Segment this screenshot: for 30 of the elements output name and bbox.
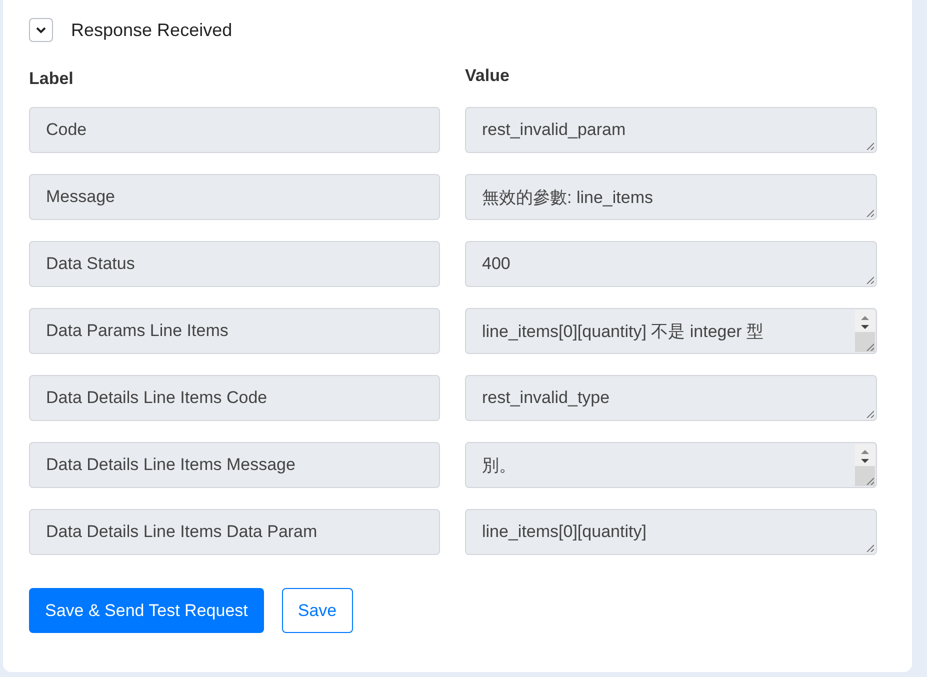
resize-grip-icon[interactable] [866, 343, 874, 351]
send-test-button[interactable]: Save & Send Test Request [29, 588, 264, 633]
resize-grip-icon[interactable] [866, 142, 874, 150]
collapse-toggle[interactable] [29, 18, 53, 42]
value-field[interactable]: line_items[0][quantity] 不是 integer 型 [465, 308, 877, 354]
resize-grip-icon[interactable] [866, 477, 874, 485]
resize-grip-icon[interactable] [866, 410, 874, 418]
save-button[interactable]: Save [282, 588, 353, 633]
label-field: Data Params Line Items [29, 308, 440, 354]
label-field: Data Status [29, 241, 440, 287]
scrollbar[interactable] [855, 444, 875, 486]
value-field[interactable]: rest_invalid_type [465, 375, 877, 421]
column-header: Label [29, 69, 74, 89]
value-field[interactable]: 別。 [465, 442, 877, 488]
column-header: Value [465, 66, 510, 87]
scrollbar[interactable] [855, 310, 875, 352]
resize-grip-icon[interactable] [866, 209, 874, 217]
value-field[interactable]: line_items[0][quantity] [465, 509, 877, 555]
label-field: Code [29, 107, 440, 153]
section-title: Response Received [71, 20, 232, 40]
label-field: Message [29, 174, 440, 220]
label-field: Data Details Line Items Data Param [29, 509, 440, 555]
label-field: Data Details Line Items Message [29, 442, 440, 488]
resize-grip-icon[interactable] [866, 276, 874, 284]
resize-grip-icon[interactable] [866, 544, 874, 552]
value-field[interactable]: rest_invalid_param [465, 107, 877, 153]
value-field[interactable]: 無效的參數: line_items [465, 174, 877, 220]
label-field: Data Details Line Items Code [29, 375, 440, 421]
chevron-down-icon [35, 26, 47, 34]
value-field[interactable]: 400 [465, 241, 877, 287]
